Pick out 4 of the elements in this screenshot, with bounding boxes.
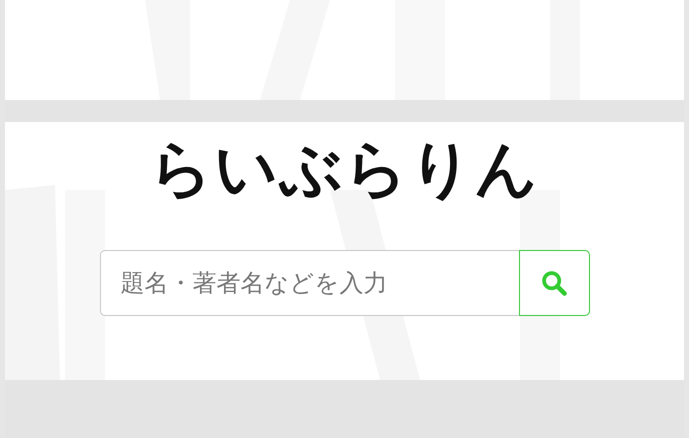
site-title: らいぶらりん bbox=[150, 131, 540, 207]
search-field[interactable]: 題名・著者名などを入力 bbox=[100, 250, 518, 316]
search-button[interactable] bbox=[518, 250, 590, 316]
search-icon bbox=[540, 269, 568, 297]
